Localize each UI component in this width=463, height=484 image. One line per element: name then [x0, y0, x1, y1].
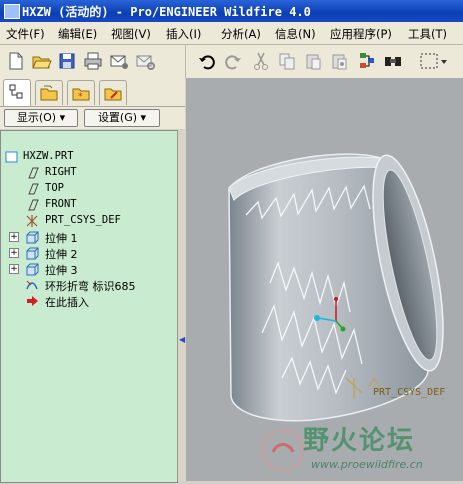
connections-icon [104, 88, 122, 101]
extrude-icon [26, 247, 39, 260]
menu-view[interactable]: 视图(V) [111, 26, 151, 42]
menu-analysis[interactable]: 分析(A) [221, 26, 261, 42]
app-icon [4, 4, 20, 19]
tree-item-label: 拉伸 2 [45, 248, 78, 261]
settings-dropdown[interactable]: 设置(G) ▾ [84, 109, 160, 127]
expand-icon[interactable]: + [9, 232, 19, 242]
tree-item-label: TOP [45, 182, 64, 194]
regenerate-icon[interactable] [356, 50, 378, 72]
email-icon[interactable] [108, 50, 130, 72]
watermark-title: 野火论坛 [303, 426, 416, 456]
extrude-icon [26, 263, 39, 276]
tab-connections[interactable] [99, 80, 127, 105]
tab-model-tree[interactable] [3, 79, 31, 106]
tree-item-label: 拉伸 3 [45, 264, 78, 277]
paste-special-icon[interactable] [328, 50, 350, 72]
tree-item-label: 环形折弯 标识685 [45, 280, 136, 293]
menu-info[interactable]: 信息(N) [275, 26, 316, 42]
undo-icon[interactable] [196, 50, 218, 72]
panel-splitter[interactable]: ◀ [177, 130, 186, 481]
forum-watermark: 野火论坛 www.proewildfire.cn [255, 418, 463, 478]
new-file-icon[interactable] [4, 50, 26, 72]
datum-plane-icon [28, 183, 39, 195]
tree-root-label: HXZW.PRT [23, 150, 74, 162]
title-bar: HXZW (活动的) - Pro/ENGINEER Wildfire 4.0 [0, 0, 463, 22]
insert-arrow-icon [27, 296, 38, 306]
menu-edit[interactable]: 编辑(E) [58, 26, 97, 42]
csys-label: PRT_CSYS_DEF [373, 387, 446, 398]
navigator-tabs: * [0, 78, 185, 106]
tree-item-label: PRT_CSYS_DEF [45, 214, 121, 226]
forum-logo-icon [261, 428, 305, 472]
coordinate-system-icon [26, 215, 38, 227]
copy-icon[interactable] [276, 50, 298, 72]
part-icon [5, 151, 18, 163]
email-link-icon[interactable] [134, 50, 156, 72]
datum-plane-icon [28, 167, 39, 179]
toroidal-bend-icon [26, 280, 38, 290]
window-title: HXZW (活动的) - Pro/ENGINEER Wildfire 4.0 [22, 5, 311, 19]
watermark-url: www.proewildfire.cn [311, 458, 423, 471]
paste-icon[interactable] [302, 50, 324, 72]
menu-bar: 文件(F) 编辑(E) 视图(V) 插入(I) 分析(A) 信息(N) 应用程序… [0, 22, 463, 45]
redo-icon[interactable] [222, 50, 244, 72]
selection-filter-icon[interactable] [418, 50, 448, 72]
find-icon[interactable] [382, 50, 404, 72]
tab-favorites[interactable]: * [67, 80, 95, 105]
tree-item-label: FRONT [45, 198, 77, 210]
tree-item-label: 拉伸 1 [45, 232, 78, 245]
folder-browser-icon [40, 85, 58, 101]
open-folder-icon[interactable] [30, 50, 52, 72]
tree-item-label: 在此插入 [45, 296, 89, 309]
menu-file[interactable]: 文件(F) [6, 26, 45, 42]
edit-toolbar [185, 45, 463, 78]
cut-icon[interactable] [250, 50, 272, 72]
tree-filter-bar: 显示(O) ▾ 设置(G) ▾ [0, 106, 185, 129]
tab-folder-browser[interactable] [35, 80, 63, 105]
collapse-left-icon[interactable]: ◀ [179, 335, 185, 344]
favorites-icon: * [72, 88, 90, 102]
menu-tools[interactable]: 工具(T) [408, 26, 447, 42]
tree-item-label: RIGHT [45, 166, 77, 178]
save-icon[interactable] [56, 50, 78, 72]
print-icon[interactable] [82, 50, 104, 72]
extrude-icon [26, 231, 39, 244]
model-tree: HXZW.PRT RIGHT TOP FRONT PRT_CSYS_DEF + … [0, 130, 178, 483]
show-dropdown[interactable]: 显示(O) ▾ [4, 109, 78, 127]
menu-applications[interactable]: 应用程序(P) [330, 26, 392, 42]
expand-icon[interactable]: + [9, 264, 19, 274]
file-toolbar [0, 45, 185, 78]
model-tree-icon [9, 84, 23, 99]
svg-text:*: * [78, 92, 83, 102]
menu-insert[interactable]: 插入(I) [166, 26, 201, 42]
datum-plane-icon [28, 199, 39, 211]
expand-icon[interactable]: + [9, 248, 19, 258]
